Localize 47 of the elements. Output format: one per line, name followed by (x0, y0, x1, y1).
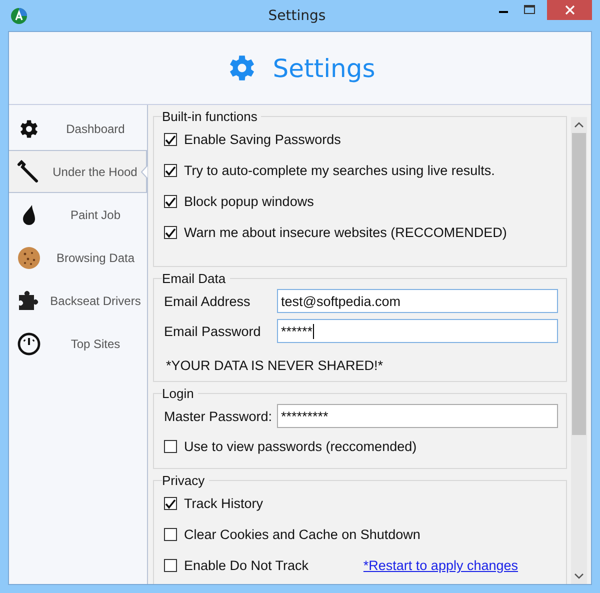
field-label: Email Address (164, 294, 252, 308)
checkbox-option[interactable]: Warn me about insecure websites (RECCOMENDED) (164, 225, 507, 240)
checkbox-option[interactable]: Track History (164, 496, 264, 511)
sidebar-item[interactable]: Under the Hood (9, 150, 147, 193)
app-logo-icon (11, 8, 27, 24)
maximize-icon (524, 5, 536, 15)
checkbox[interactable] (164, 195, 177, 208)
checkbox[interactable] (164, 164, 177, 177)
sidebar-item[interactable]: Top Sites (9, 322, 147, 365)
checkbox[interactable] (164, 226, 177, 239)
gauge-icon (17, 332, 41, 356)
checkbox-option[interactable]: Clear Cookies and Cache on Shutdown (164, 527, 420, 542)
privacy-note: *YOUR DATA IS NEVER SHARED!* (165, 357, 384, 375)
checkbox-option[interactable]: Try to auto-complete my searches using live results. (164, 163, 495, 178)
group-title: Login (162, 386, 195, 401)
input-field[interactable]: ********* (277, 404, 558, 428)
sidebar-item[interactable]: Browsing Data (9, 236, 147, 279)
input-field[interactable]: test@softpedia.com (277, 289, 558, 313)
wrench-icon (16, 160, 40, 184)
checkbox-option[interactable]: Use to view passwords (reccomended) (164, 439, 417, 454)
restart-link[interactable]: *Restart to apply changes (363, 558, 518, 573)
input-field[interactable]: ****** (277, 319, 558, 343)
sidebar-item[interactable]: Dashboard (9, 107, 147, 150)
cookie-icon (17, 246, 41, 270)
checkbox-option[interactable]: Enable Do Not Track (164, 558, 309, 573)
checkbox-option[interactable]: Block popup windows (164, 194, 314, 209)
close-button[interactable] (547, 0, 592, 20)
checkbox[interactable] (164, 133, 177, 146)
page-title: Settings (272, 54, 376, 82)
checkbox[interactable] (164, 497, 177, 510)
scrollbar[interactable] (571, 117, 587, 584)
sidebar-item[interactable]: Paint Job (9, 193, 147, 236)
checkbox[interactable] (164, 528, 177, 541)
checkbox[interactable] (164, 440, 177, 453)
field-label: Email Password (164, 324, 262, 338)
window-title: Settings (267, 8, 327, 24)
group-title: Built-in functions (162, 109, 258, 124)
scroll-up-icon[interactable] (574, 121, 584, 129)
puzzle-icon (17, 288, 41, 312)
group-title: Privacy (162, 473, 206, 488)
checkbox[interactable] (164, 559, 177, 572)
checkbox-option[interactable]: Enable Saving Passwords (164, 132, 341, 147)
field-label: Master Password: (164, 408, 274, 424)
scroll-down-icon[interactable] (574, 572, 584, 580)
group-title: Email Data (162, 271, 227, 286)
close-icon (564, 5, 574, 15)
sidebar-item[interactable]: Backseat Drivers (9, 279, 147, 322)
